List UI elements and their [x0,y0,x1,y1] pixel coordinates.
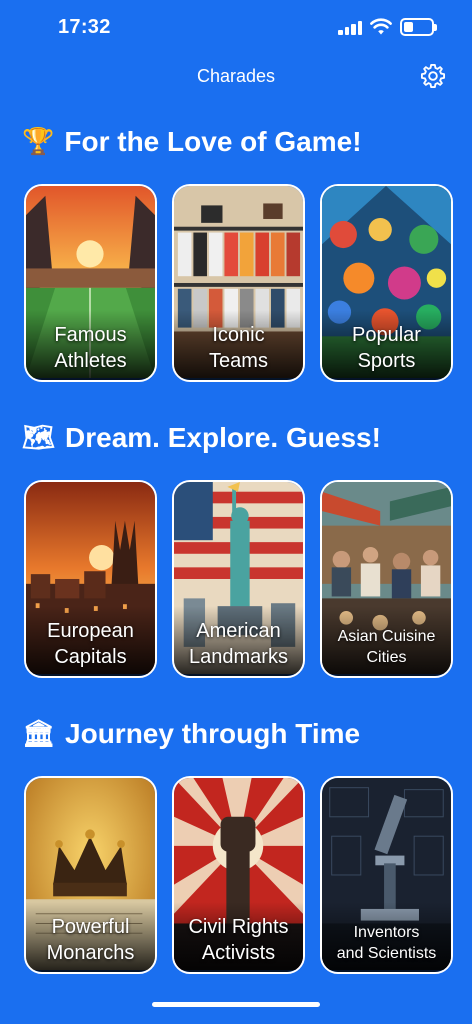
card-row-history: Powerful Monarchs Civil Rights Activists… [24,776,453,974]
section-header-sports: 🏆 For the Love of Game! [22,126,362,158]
section-title: For the Love of Game! [64,126,362,157]
classical-building-icon: 🏛 [22,719,56,749]
category-card-popular-sports[interactable]: Popular Sports [320,184,453,382]
gear-icon[interactable] [419,62,447,90]
category-card-european-capitals[interactable]: European Capitals [24,480,157,678]
category-card-powerful-monarchs[interactable]: Powerful Monarchs [24,776,157,974]
cellular-signal-icon [338,21,364,35]
section-header-history: 🏛 Journey through Time [22,718,360,750]
world-map-icon: 🗺 [22,423,56,453]
category-card-asian-cuisine-cities[interactable]: Asian Cuisine Cities [320,480,453,678]
category-card-american-landmarks[interactable]: American Landmarks [172,480,305,678]
battery-icon [400,18,437,36]
section-title: Journey through Time [65,718,361,749]
category-card-civil-rights-activists[interactable]: Civil Rights Activists [172,776,305,974]
category-card-famous-athletes[interactable]: Famous Athletes [24,184,157,382]
category-card-iconic-teams[interactable]: Iconic Teams [172,184,305,382]
card-label: Popular Sports [352,324,421,372]
status-time: 17:32 [58,16,111,38]
card-label: European Capitals [47,620,134,668]
card-label: Civil Rights Activists [188,916,289,964]
category-card-inventors-and-scientists[interactable]: Inventors and Scientists [320,776,453,974]
card-label: Iconic Teams [209,324,268,372]
card-label: American Landmarks [189,620,288,668]
section-header-travel: 🗺 Dream. Explore. Guess! [22,422,381,454]
card-row-travel: European Capitals American Landmarks Asi… [24,480,453,678]
status-bar: 17:32 [0,0,472,56]
home-indicator[interactable] [152,1002,320,1007]
card-row-sports: Famous Athletes Iconic Teams Popular Spo… [24,184,453,382]
card-label: Famous Athletes [54,324,127,372]
wifi-icon [370,18,392,35]
section-title: Dream. Explore. Guess! [65,422,381,453]
card-label: Inventors and Scientists [336,924,437,962]
charades-home-screen: 17:32 Charades 🏆 For the Love of Game! F… [0,0,472,1024]
card-label: Powerful Monarchs [46,916,135,964]
page-title: Charades [196,66,276,86]
trophy-icon: 🏆 [22,127,55,157]
card-label: Asian Cuisine Cities [337,628,436,666]
